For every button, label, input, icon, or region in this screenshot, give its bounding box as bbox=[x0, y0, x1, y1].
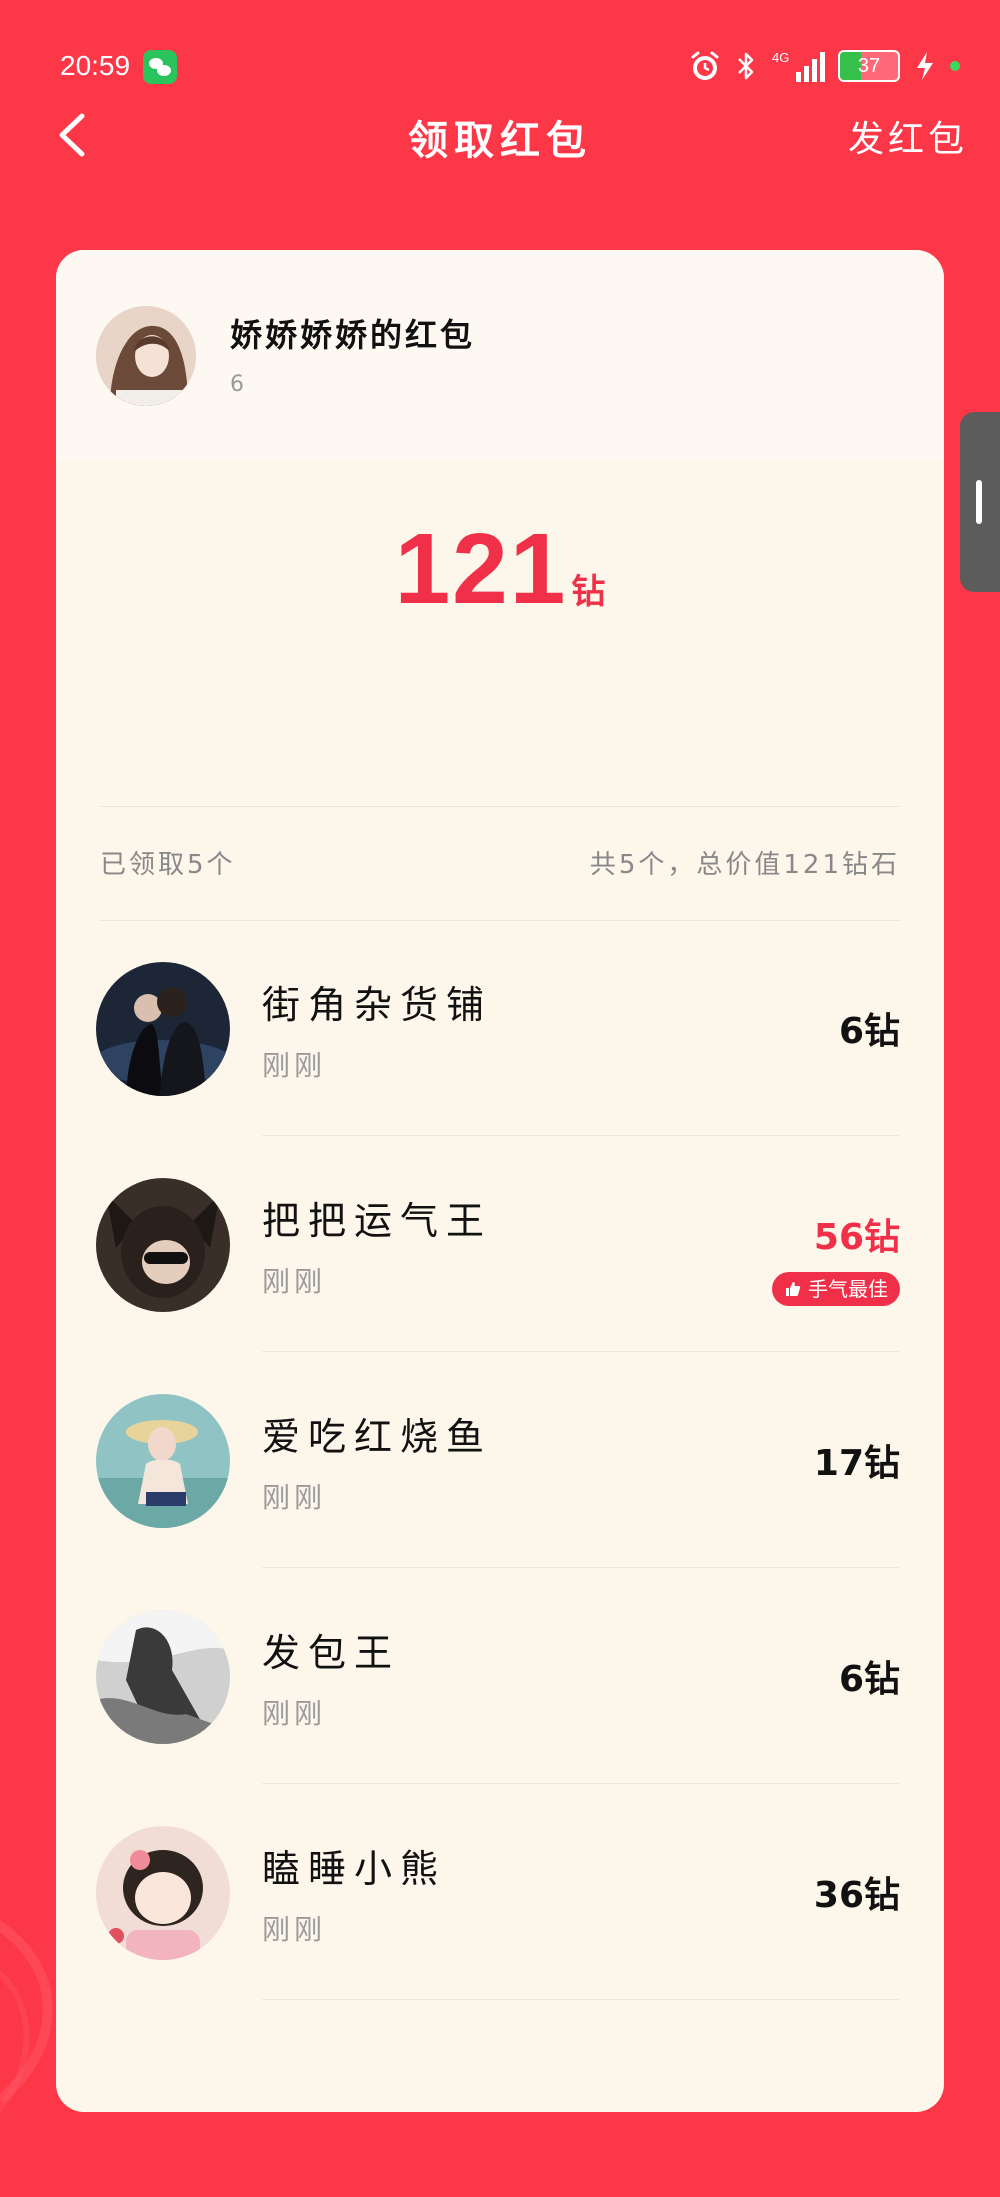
recipient-name: 街角杂货铺 bbox=[262, 983, 493, 1027]
recipient-row[interactable]: 瞌睡小熊 刚刚 36钻 bbox=[56, 1784, 944, 2000]
network-label: 4G bbox=[772, 50, 789, 65]
total-amount-unit: 钻 bbox=[571, 572, 606, 612]
signal-4g-icon: 4G bbox=[772, 50, 825, 82]
recipient-avatar bbox=[96, 962, 230, 1096]
recipient-amount: 6钻 bbox=[838, 1659, 900, 1700]
sender-avatar[interactable] bbox=[96, 306, 196, 406]
row-divider bbox=[262, 1999, 900, 2000]
recipient-row[interactable]: 发包王 刚刚 6钻 bbox=[56, 1568, 944, 1784]
recipient-avatar bbox=[96, 1826, 230, 1960]
status-bar: 20:59 4G 37 bbox=[0, 0, 1000, 110]
recipient-name: 把把运气王 bbox=[262, 1199, 493, 1243]
bluetooth-icon bbox=[738, 52, 754, 80]
send-red-packet-button[interactable]: 发红包 bbox=[848, 110, 968, 162]
recipient-time: 刚刚 bbox=[262, 1697, 327, 1730]
recipient-row[interactable]: 把把运气王 刚刚 56钻 手气最佳 bbox=[56, 1136, 944, 1352]
divider bbox=[100, 806, 900, 807]
handle-bar bbox=[976, 480, 982, 524]
side-drawer-handle[interactable] bbox=[960, 412, 1000, 592]
recipient-name: 爱吃红烧鱼 bbox=[262, 1415, 493, 1459]
total-amount: 121 钻 bbox=[56, 512, 944, 627]
total-summary: 共5个，总价值121钻石 bbox=[589, 850, 900, 880]
decorative-swirl bbox=[0, 1920, 53, 2114]
status-time: 20:59 bbox=[60, 50, 131, 81]
sender-subtext: 6 bbox=[230, 372, 244, 397]
recipient-amount: 17钻 bbox=[813, 1443, 900, 1484]
charging-icon bbox=[917, 52, 933, 80]
recipient-avatar bbox=[96, 1610, 230, 1744]
sender-name: 娇娇娇娇的红包 bbox=[230, 316, 476, 354]
recipient-name: 瞌睡小熊 bbox=[262, 1847, 447, 1891]
recipient-time: 刚刚 bbox=[262, 1913, 327, 1946]
best-luck-badge: 手气最佳 bbox=[772, 1272, 900, 1306]
recipient-avatar bbox=[96, 1178, 230, 1312]
total-amount-value: 121 bbox=[394, 513, 568, 625]
battery-level: 37 bbox=[857, 55, 881, 77]
best-luck-label: 手气最佳 bbox=[808, 1277, 888, 1301]
recipient-time: 刚刚 bbox=[262, 1049, 327, 1082]
nav-bar: 领取红包 发红包 bbox=[0, 100, 1000, 170]
status-dot-icon bbox=[950, 61, 960, 71]
battery-indicator: 37 bbox=[838, 50, 900, 82]
recipient-amount: 6钻 bbox=[838, 1011, 900, 1052]
status-icons: 4G 37 bbox=[688, 44, 960, 88]
recipient-time: 刚刚 bbox=[262, 1265, 327, 1298]
claimed-count: 已领取5个 bbox=[100, 850, 236, 880]
recipient-name: 发包王 bbox=[262, 1631, 401, 1675]
recipient-row[interactable]: 爱吃红烧鱼 刚刚 17钻 bbox=[56, 1352, 944, 1568]
alarm-icon bbox=[691, 51, 719, 80]
wechat-notification-icon bbox=[143, 50, 177, 84]
recipient-avatar bbox=[96, 1394, 230, 1528]
red-packet-card: 娇娇娇娇的红包 6 121 钻 已领取5个 共5个，总价值121钻石 街角杂货铺 … bbox=[56, 250, 944, 2112]
recipient-row[interactable]: 街角杂货铺 刚刚 6钻 bbox=[56, 920, 944, 1136]
recipient-amount: 36钻 bbox=[813, 1875, 900, 1916]
recipient-time: 刚刚 bbox=[262, 1481, 327, 1514]
recipient-amount: 56钻 bbox=[813, 1217, 900, 1258]
thumbs-up-icon bbox=[786, 1282, 801, 1296]
